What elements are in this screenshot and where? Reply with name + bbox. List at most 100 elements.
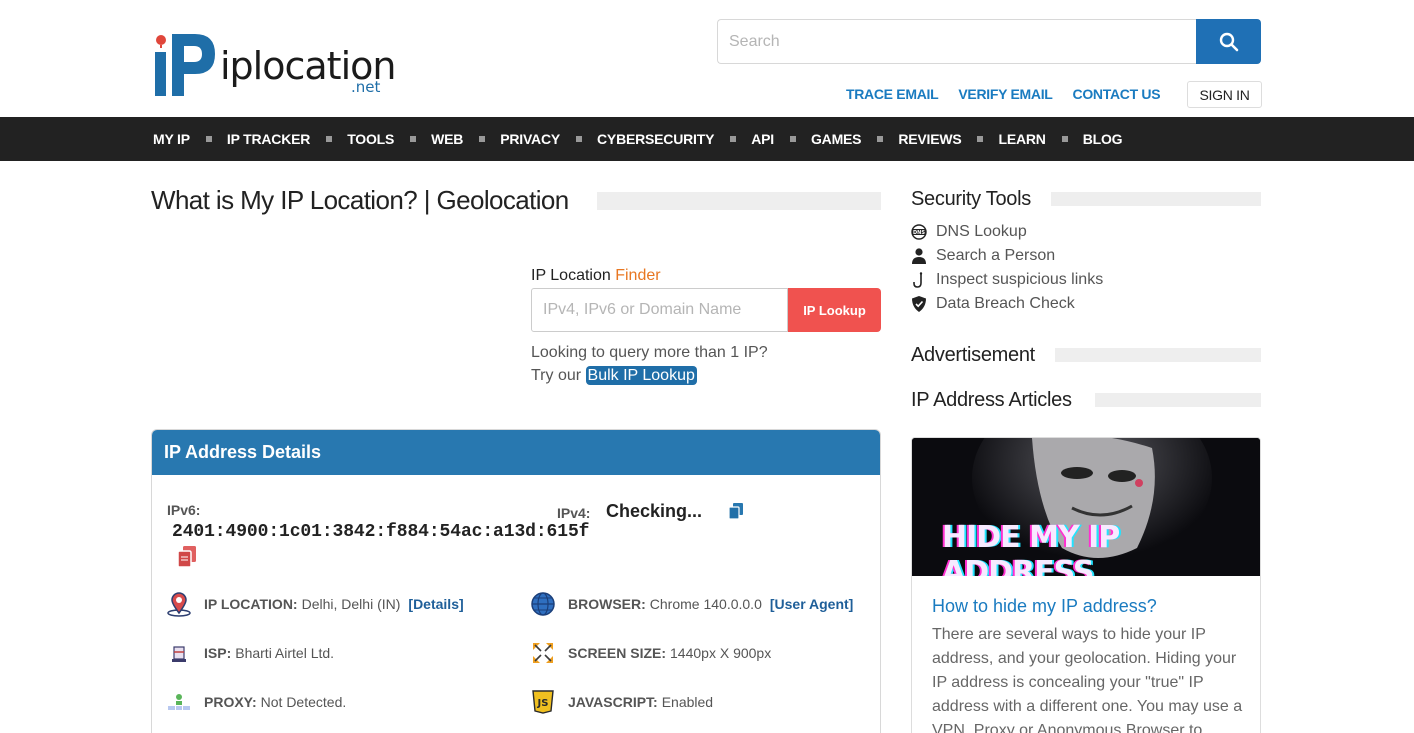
security-tools-heading: Security Tools xyxy=(911,188,1031,210)
nav-separator xyxy=(479,136,486,142)
svg-text:JS: JS xyxy=(537,698,549,709)
browser-row: BROWSER: Chrome 140.0.0.0 [User Agent] xyxy=(530,591,853,617)
ip-location-row: IP LOCATION: Delhi, Delhi (IN) [Details] xyxy=(166,591,464,617)
nav-item-learn[interactable]: LEARN xyxy=(998,131,1045,147)
javascript-value: Enabled xyxy=(661,694,714,710)
shield-icon xyxy=(911,296,927,312)
globe-icon xyxy=(530,591,556,617)
logo-suffix: .net xyxy=(351,78,381,96)
search-icon xyxy=(1219,32,1238,51)
tool-label: Inspect suspicious links xyxy=(936,271,1104,288)
proxy-network-icon xyxy=(166,689,192,715)
nav-separator xyxy=(576,136,583,142)
trace-email-link[interactable]: TRACE EMAIL xyxy=(846,86,939,104)
expand-arrows-icon xyxy=(530,640,556,666)
sign-in-button[interactable]: SIGN IN xyxy=(1187,81,1262,108)
nav-separator xyxy=(977,136,984,142)
ipv6-label: IPv6: xyxy=(167,502,201,518)
nav-separator xyxy=(205,136,212,142)
isp-row: ISP: Bharti Airtel Ltd. xyxy=(166,640,334,666)
isp-building-icon xyxy=(166,640,192,666)
title-divider xyxy=(597,192,881,210)
tool-inspect-links[interactable]: Inspect suspicious links xyxy=(911,271,1103,289)
page-title: What is My IP Location? | Geolocation xyxy=(151,185,569,215)
logo-mark-icon xyxy=(155,34,215,96)
ipv4-value: Checking... xyxy=(606,501,703,521)
tool-search-person[interactable]: Search a Person xyxy=(911,247,1055,265)
tool-label: Search a Person xyxy=(936,247,1056,264)
bulk-line: Try our Bulk IP Lookup xyxy=(531,366,697,385)
nav-item-cybersecurity[interactable]: CYBERSECURITY xyxy=(597,131,714,147)
screen-size-row: SCREEN SIZE: 1440px X 900px xyxy=(530,640,771,666)
person-icon xyxy=(911,248,927,264)
screen-size-label: SCREEN SIZE: xyxy=(568,645,667,661)
site-search xyxy=(717,19,1261,64)
screen-size-value: 1440px X 900px xyxy=(670,645,772,661)
site-header: iplocation .net TRACE EMAIL VERIFY EMAIL… xyxy=(0,0,1414,117)
nav-item-my-ip[interactable]: MY IP xyxy=(153,131,190,147)
contact-us-link[interactable]: CONTACT US xyxy=(1073,86,1161,104)
proxy-value: Not Detected. xyxy=(260,694,347,710)
nav-item-tools[interactable]: TOOLS xyxy=(347,131,394,147)
card-header: IP Address Details xyxy=(152,430,880,475)
search-button[interactable] xyxy=(1196,19,1261,64)
finder-label-accent: Finder xyxy=(615,267,661,284)
dns-icon: DNS xyxy=(911,224,927,240)
tool-label: Data Breach Check xyxy=(936,295,1075,312)
hook-icon xyxy=(911,272,927,288)
heading-divider xyxy=(1055,348,1261,362)
ip-location-label: IP LOCATION: xyxy=(204,596,298,612)
main-nav: MY IP IP TRACKER TOOLS WEB PRIVACY CYBER… xyxy=(0,117,1414,161)
ip-location-value: Delhi, Delhi (IN) xyxy=(301,596,401,612)
nav-item-web[interactable]: WEB xyxy=(431,131,463,147)
article-title-link[interactable]: How to hide my IP address? xyxy=(932,596,1157,617)
ip-details-card: IP Address Details IPv6: 2401:4900:1c01:… xyxy=(151,429,881,733)
bulk-prefix: Try our xyxy=(531,367,586,384)
article-image: HIDE MY IP ADDRESS xyxy=(912,438,1260,576)
nav-separator xyxy=(1061,136,1068,142)
top-links: TRACE EMAIL VERIFY EMAIL CONTACT US xyxy=(846,86,1180,104)
finder-label: IP Location Finder xyxy=(531,267,661,285)
verify-email-link[interactable]: VERIFY EMAIL xyxy=(958,86,1052,104)
tool-data-breach[interactable]: Data Breach Check xyxy=(911,295,1075,313)
nav-item-ip-tracker[interactable]: IP TRACKER xyxy=(227,131,311,147)
ip-lookup-button[interactable]: IP Lookup xyxy=(788,288,881,332)
location-pin-icon xyxy=(166,591,192,617)
search-input[interactable] xyxy=(717,19,1197,64)
ipv6-value: 2401:4900:1c01:3842:f884:54ac:a13d:615f xyxy=(172,522,590,542)
copy-ipv4-icon[interactable] xyxy=(728,503,744,520)
nav-separator xyxy=(789,136,796,142)
nav-item-reviews[interactable]: REVIEWS xyxy=(898,131,961,147)
isp-label: ISP: xyxy=(204,645,232,661)
heading-divider xyxy=(1051,192,1261,206)
nav-separator xyxy=(877,136,884,142)
article-excerpt: There are several ways to hide your IP a… xyxy=(932,626,1243,733)
finder-label-prefix: IP Location xyxy=(531,267,616,284)
ip-details-link[interactable]: [Details] xyxy=(408,596,463,612)
isp-value: Bharti Airtel Ltd. xyxy=(235,645,335,661)
browser-value: Chrome 140.0.0.0 xyxy=(649,596,762,612)
tool-dns-lookup[interactable]: DNS DNS Lookup xyxy=(911,223,1027,241)
user-agent-link[interactable]: [User Agent] xyxy=(770,596,854,612)
tool-label: DNS Lookup xyxy=(936,223,1027,240)
article-card[interactable]: HIDE MY IP ADDRESS How to hide my IP add… xyxy=(911,437,1261,733)
advertisement-heading: Advertisement xyxy=(911,344,1035,366)
nav-separator xyxy=(730,136,737,142)
article-image-text: HIDE MY IP ADDRESS xyxy=(942,520,1120,576)
bulk-prompt: Looking to query more than 1 IP? xyxy=(531,344,768,361)
nav-separator xyxy=(326,136,333,142)
ipv4-label: IPv4: xyxy=(557,505,591,521)
proxy-row: PROXY: Not Detected. xyxy=(166,689,346,715)
browser-label: BROWSER: xyxy=(568,596,646,612)
nav-item-api[interactable]: API xyxy=(751,131,774,147)
copy-ipv6-icon[interactable] xyxy=(177,546,197,568)
site-logo[interactable]: iplocation .net xyxy=(155,30,396,100)
nav-separator xyxy=(410,136,417,142)
bulk-ip-lookup-link[interactable]: Bulk IP Lookup xyxy=(585,366,697,385)
nav-item-games[interactable]: GAMES xyxy=(811,131,862,147)
ip-lookup-input[interactable] xyxy=(531,288,788,332)
nav-item-privacy[interactable]: PRIVACY xyxy=(500,131,560,147)
javascript-label: JAVASCRIPT: xyxy=(568,694,658,710)
proxy-label: PROXY: xyxy=(204,694,257,710)
nav-item-blog[interactable]: BLOG xyxy=(1083,131,1123,147)
